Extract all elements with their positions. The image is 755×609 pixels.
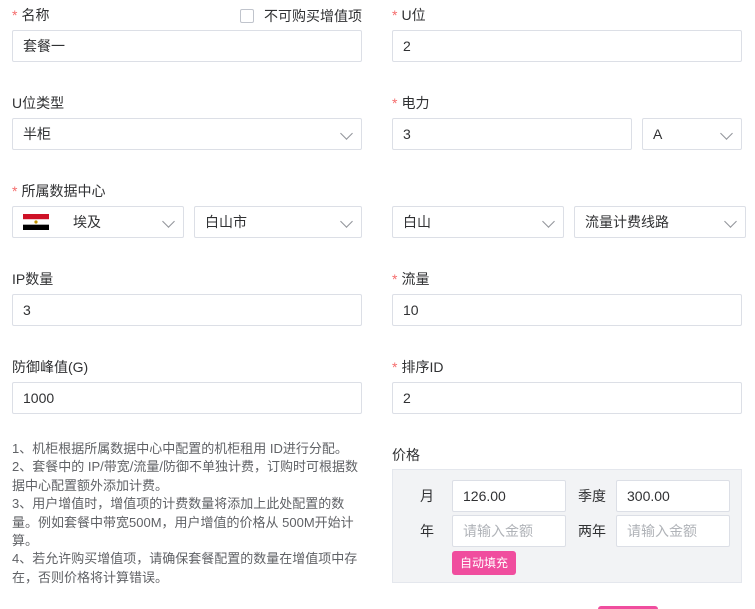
- city-select[interactable]: 白山市: [194, 206, 362, 238]
- u-type-select[interactable]: 半柜: [12, 118, 362, 150]
- month-label: 月: [420, 488, 434, 504]
- datacenter-label: * 所属数据中心: [12, 183, 106, 199]
- note-line-3: 3、用户增值时，增值项的计费数量将添加上此处配置的数量。例如套餐中带宽500M，…: [12, 496, 354, 549]
- power-unit-select[interactable]: A: [642, 118, 742, 150]
- biennial-label: 两年: [578, 523, 606, 539]
- chevron-down-icon: [724, 215, 737, 228]
- ip-count-label: IP数量: [12, 271, 54, 287]
- chevron-down-icon: [340, 127, 353, 140]
- defense-input[interactable]: 1000: [12, 382, 362, 414]
- year-price-input[interactable]: 请输入金额: [452, 515, 566, 547]
- dc-select[interactable]: 白山: [392, 206, 564, 238]
- note-line-1: 1、机柜根据所属数据中心中配置的机柜租用 ID进行分配。: [12, 441, 348, 456]
- defense-label: 防御峰值(G): [12, 359, 89, 375]
- biennial-price-input[interactable]: 请输入金额: [616, 515, 730, 547]
- egypt-flag-icon: [23, 214, 49, 230]
- chevron-down-icon: [720, 127, 733, 140]
- quarter-price-input[interactable]: 300.00: [616, 480, 730, 512]
- traffic-label: * 流量: [392, 271, 430, 287]
- u-pos-input[interactable]: 2: [392, 30, 742, 62]
- year-label: 年: [420, 523, 434, 539]
- autofill-button[interactable]: 自动填充: [452, 551, 516, 575]
- name-label: * 名称: [12, 7, 50, 23]
- note-line-4: 4、若允许购买增值项，请确保套餐配置的数量在增值项中存在，否则价格将计算错误。: [12, 551, 358, 585]
- city-value: 白山市: [205, 214, 247, 230]
- line-value: 流量计费线路: [585, 214, 669, 230]
- no-addon-checkbox[interactable]: [240, 9, 254, 23]
- u-pos-label: * U位: [392, 7, 426, 23]
- country-value: 埃及: [73, 214, 101, 230]
- u-type-label: U位类型: [12, 95, 65, 111]
- chevron-down-icon: [542, 215, 555, 228]
- quarter-label: 季度: [578, 488, 606, 504]
- dc-value: 白山: [403, 214, 431, 230]
- no-addon-checkbox-row[interactable]: 不可购买增值项: [240, 6, 362, 26]
- ip-count-input[interactable]: 3: [12, 294, 362, 326]
- no-addon-label: 不可购买增值项: [264, 8, 362, 24]
- power-label: * 电力: [392, 95, 430, 111]
- sort-id-input[interactable]: 2: [392, 382, 742, 414]
- power-unit-value: A: [653, 126, 663, 142]
- name-input[interactable]: 套餐一: [12, 30, 362, 62]
- country-select[interactable]: 埃及: [12, 206, 184, 238]
- line-select[interactable]: 流量计费线路: [574, 206, 746, 238]
- price-label: 价格: [392, 447, 420, 463]
- chevron-down-icon: [340, 215, 353, 228]
- chevron-down-icon: [162, 215, 175, 228]
- notes-block: 1、机柜根据所属数据中心中配置的机柜租用 ID进行分配。 2、套餐中的 IP/带…: [12, 440, 362, 609]
- power-input[interactable]: 3: [392, 118, 632, 150]
- month-price-input[interactable]: 126.00: [452, 480, 566, 512]
- note-line-2: 2、套餐中的 IP/带宽/流量/防御不单独计费，订购时可根据数据中心配置额外添加…: [12, 459, 358, 493]
- u-type-value: 半柜: [23, 126, 51, 142]
- traffic-input[interactable]: 10: [392, 294, 742, 326]
- sort-id-label: * 排序ID: [392, 359, 444, 375]
